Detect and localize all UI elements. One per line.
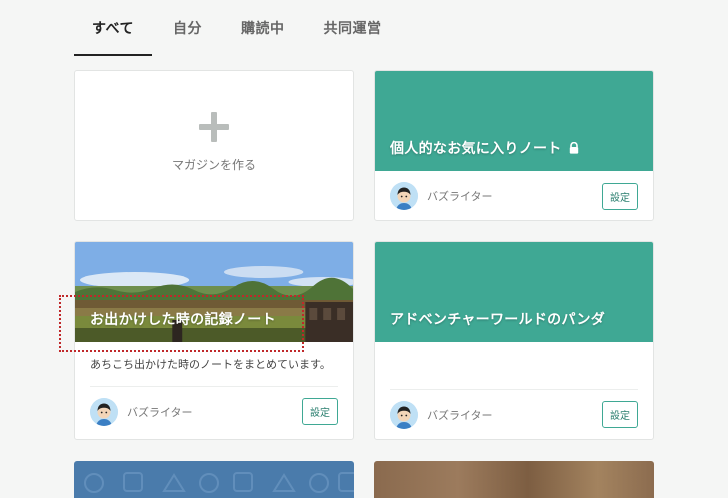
author-name: バズライター [127, 405, 193, 419]
tab-all[interactable]: すべて [74, 0, 152, 56]
magazine-footer: バズライター 設定 [390, 171, 638, 220]
settings-button[interactable]: 設定 [602, 182, 638, 210]
magazine-cover[interactable]: お出かけした時の記録ノート [75, 242, 353, 342]
tab-bar: すべて 自分 購読中 共同運営 [74, 0, 402, 56]
magazine-card-peek-wood[interactable] [374, 461, 654, 498]
magazine-cover[interactable]: 個人的なお気に入りノート [375, 71, 653, 171]
icon-pattern-cover [84, 472, 354, 493]
magazine-card-peek-blue[interactable] [74, 461, 354, 498]
magazine-footer: バズライター 設定 [90, 386, 338, 436]
magazine-cover[interactable]: アドベンチャーワールドのパンダ [375, 242, 653, 342]
tab-mine[interactable]: 自分 [155, 0, 220, 56]
avatar [390, 400, 418, 429]
avatar [390, 182, 418, 210]
plus-icon [199, 112, 229, 142]
author-name: バズライター [427, 190, 493, 203]
magazine-footer: バズライター 設定 [390, 389, 638, 439]
tab-co-managed[interactable]: 共同運営 [305, 0, 399, 56]
author[interactable]: バズライター [390, 182, 493, 210]
tab-subscribed[interactable]: 購読中 [223, 0, 303, 56]
create-magazine-card[interactable]: マガジンを作る [74, 70, 354, 221]
avatar [90, 397, 118, 426]
magazine-title: お出かけした時の記録ノート [90, 312, 276, 328]
settings-button[interactable]: 設定 [602, 401, 638, 428]
magazine-description: あちこち出かけた時のノートをまとめています。 [90, 358, 331, 371]
magazine-title: アドベンチャーワールドのパンダ [390, 312, 606, 328]
magazine-card-panda[interactable]: アドベンチャーワールドのパンダ バズライター 設定 [374, 241, 654, 440]
author-name: バズライター [427, 408, 493, 422]
magazine-card-outings[interactable]: お出かけした時の記録ノート あちこち出かけた時のノートをまとめています。 バズラ… [74, 241, 354, 440]
magazine-card-favorites[interactable]: 個人的なお気に入りノート バズライター 設定 [374, 70, 654, 221]
create-magazine-label: マガジンを作る [171, 158, 256, 172]
lock-icon [568, 142, 580, 154]
author[interactable]: バズライター [90, 397, 193, 426]
magazine-list-page: すべて 自分 購読中 共同運営 マガジンを作る 個人的なお気に入りノート バズラ… [0, 0, 728, 498]
magazine-title: 個人的なお気に入りノート [390, 141, 562, 157]
magazine-description [375, 342, 653, 389]
settings-button[interactable]: 設定 [302, 398, 338, 426]
author[interactable]: バズライター [390, 400, 493, 429]
